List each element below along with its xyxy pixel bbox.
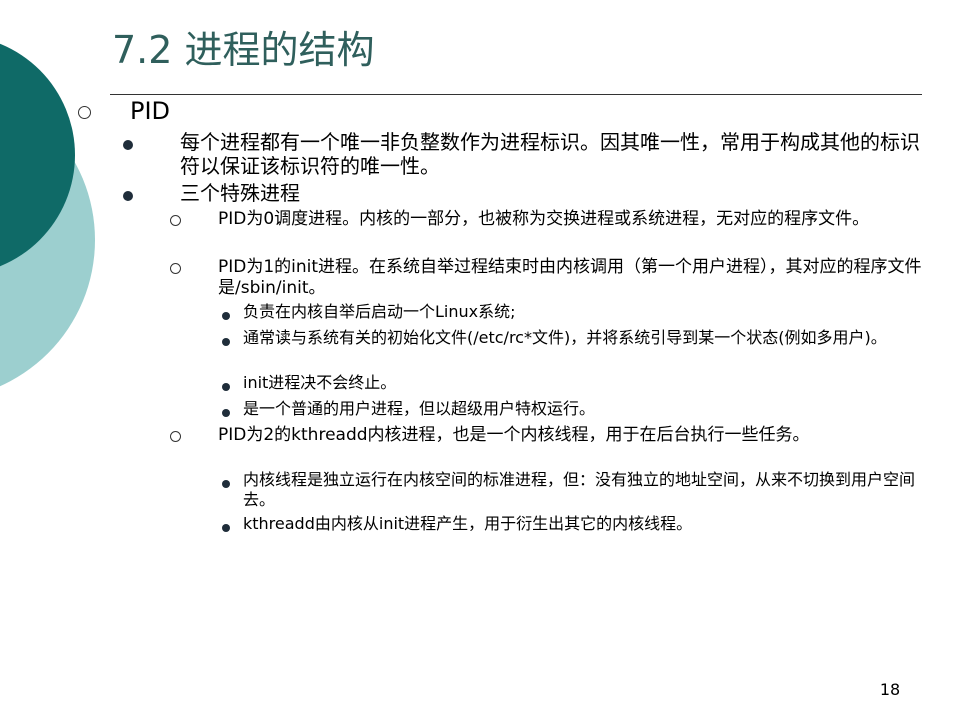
filled-circle-bullet-icon (222, 409, 230, 417)
pid1-detail-item: 通常读与系统有关的初始化文件(/etc/rc*文件)，并将系统引导到某一个状态(… (243, 328, 887, 347)
filled-circle-bullet-icon (222, 383, 230, 391)
filled-circle-bullet-icon (222, 312, 230, 320)
filled-circle-bullet-icon (123, 140, 133, 150)
pid1-description: PID为1的init进程。在系统自举过程结束时由内核调用（第一个用户进程），其对… (218, 257, 922, 298)
page-number: 18 (879, 680, 901, 699)
pid1-detail-item: 负责在内核自举后启动一个Linux系统; (243, 302, 516, 321)
filled-circle-bullet-icon (222, 524, 230, 532)
slide-decoration (0, 43, 95, 387)
pid-heading: PID (130, 97, 171, 125)
pid2-description: PID为2的kthreadd内核进程，也是一个内核线程，用于在后台执行一些任务。 (218, 425, 810, 445)
hollow-circle-bullet-icon (170, 431, 181, 442)
title-divider (110, 94, 922, 95)
hollow-circle-bullet-icon (170, 215, 181, 226)
hollow-circle-bullet-icon (170, 263, 181, 274)
filled-circle-bullet-icon (222, 338, 230, 346)
filled-circle-bullet-icon (222, 480, 230, 488)
pid1-detail-item: 是一个普通的用户进程，但以超级用户特权运行。 (243, 399, 596, 418)
hollow-circle-bullet-icon (78, 106, 91, 119)
pid1-detail-item: init进程决不会终止。 (243, 373, 397, 392)
pid-identifier-text: 每个进程都有一个唯一非负整数作为进程标识。因其唯一性，常用于构成其他的标识符以保… (180, 130, 920, 178)
slide-title: 7.2 进程的结构 (112, 28, 375, 72)
special-processes-heading: 三个特殊进程 (180, 181, 300, 205)
pid2-detail-item: kthreadd由内核从init进程产生，用于衍生出其它的内核线程。 (243, 514, 693, 533)
pid2-detail-item: 内核线程是独立运行在内核空间的标准进程，但：没有独立的地址空间，从来不切换到用户… (243, 470, 916, 509)
filled-circle-bullet-icon (123, 191, 133, 201)
pid0-description: PID为0调度进程。内核的一部分，也被称为交换进程或系统进程，无对应的程序文件。 (218, 209, 870, 229)
